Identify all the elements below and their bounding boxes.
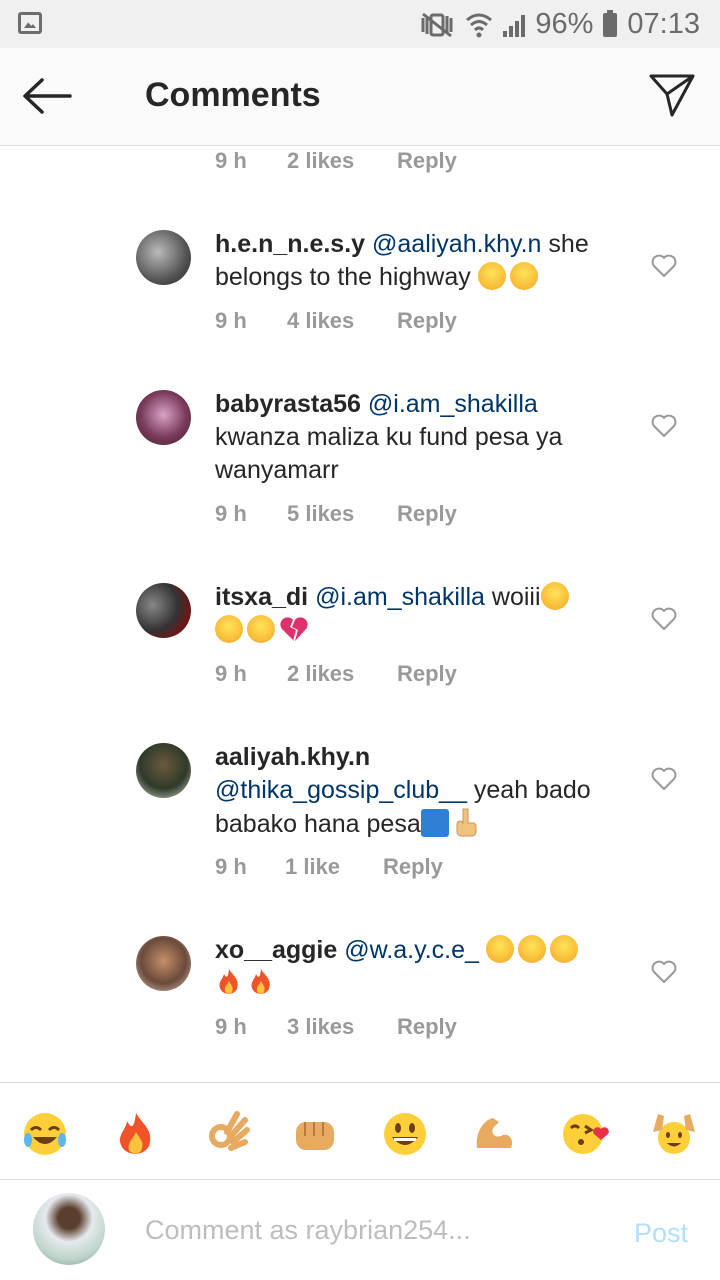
like-heart-icon[interactable] — [651, 414, 677, 438]
comment-text: babyrasta56 @i.am_shakilla kwanza maliza… — [215, 388, 625, 487]
send-direct-icon[interactable] — [648, 72, 696, 118]
comment-meta: 9 h 5 likes Reply — [215, 501, 457, 527]
comment-list[interactable]: 9 h 2 likes Reply h.e.n_n.e.s.y @aaliyah… — [0, 146, 720, 1082]
comment-username[interactable]: aaliyah.khy.n — [215, 743, 370, 771]
comment-body: woiii — [484, 583, 541, 611]
like-heart-icon[interactable] — [651, 607, 677, 631]
comment-text: h.e.n_n.e.s.y @aaliyah.khy.n she belongs… — [215, 228, 625, 294]
fire-emoji-icon — [219, 969, 238, 994]
comment-time: 9 h — [215, 1014, 247, 1039]
flexed-biceps-icon[interactable] — [471, 1110, 519, 1158]
my-avatar — [33, 1193, 105, 1265]
comment-likes[interactable]: 4 likes — [287, 308, 397, 334]
tears-of-joy-emoji-icon — [215, 615, 243, 643]
comment-username[interactable]: babyrasta56 — [215, 390, 361, 418]
comment-username[interactable]: itsxa_di — [215, 583, 308, 611]
battery-icon — [603, 9, 618, 37]
tears-of-joy-emoji-icon — [247, 615, 275, 643]
battery-percent: 96% — [535, 8, 594, 40]
comment-meta: 9 h 4 likes Reply — [215, 308, 457, 334]
like-heart-icon[interactable] — [651, 254, 677, 278]
reply-button[interactable]: Reply — [397, 1014, 457, 1040]
gallery-notification-icon — [18, 12, 42, 34]
mute-vibrate-icon — [421, 12, 453, 37]
ok-hand-icon[interactable] — [203, 1110, 251, 1158]
comment-mention[interactable]: @thika_gossip_club__ — [215, 776, 467, 804]
reply-button[interactable]: Reply — [397, 501, 457, 527]
comment-text: xo__aggie @w.a.y.c.e_ — [215, 934, 625, 1001]
comment-time: 9 h — [215, 854, 247, 879]
tears-of-joy-icon[interactable] — [21, 1110, 69, 1158]
comment-likes[interactable]: 1 like — [285, 854, 383, 880]
back-arrow-icon[interactable] — [22, 78, 72, 114]
comment-meta: 9 h 2 likes Reply — [215, 148, 457, 174]
page-title: Comments — [145, 76, 321, 114]
tears-of-joy-emoji-icon — [485, 935, 514, 963]
reply-button[interactable]: Reply — [383, 854, 443, 880]
comment-likes[interactable]: 5 likes — [287, 501, 397, 527]
fire-icon[interactable] — [112, 1110, 160, 1158]
kissing-heart-icon[interactable] — [561, 1110, 609, 1158]
comment-likes[interactable]: 2 likes — [287, 148, 397, 174]
comment-mention[interactable]: @i.am_shakilla — [368, 390, 538, 418]
wifi-icon — [466, 13, 493, 37]
grinning-face-icon[interactable] — [381, 1110, 429, 1158]
fire-emoji-icon — [251, 969, 270, 994]
reply-button[interactable]: Reply — [397, 308, 457, 334]
comment-text: itsxa_di @i.am_shakilla woiii — [215, 581, 625, 647]
tears-of-joy-emoji-icon — [509, 262, 538, 290]
comment-mention[interactable]: @i.am_shakilla — [315, 583, 485, 611]
signal-icon — [503, 13, 526, 37]
avatar[interactable] — [136, 230, 191, 285]
raising-hands-icon[interactable] — [650, 1110, 698, 1158]
comment-time: 9 h — [215, 661, 247, 686]
like-heart-icon[interactable] — [651, 960, 677, 984]
comment-meta: 9 h 3 likes Reply — [215, 1014, 457, 1040]
comment-composer: Post — [0, 1180, 720, 1280]
status-bar: 96% 07:13 — [0, 0, 720, 48]
tears-of-joy-emoji-icon — [517, 935, 546, 963]
post-button[interactable]: Post — [634, 1218, 688, 1249]
app-header: Comments — [0, 48, 720, 146]
comment-time: 9 h — [215, 148, 247, 173]
comment-username[interactable]: h.e.n_n.e.s.y — [215, 230, 365, 258]
avatar[interactable] — [136, 743, 191, 798]
restroom-emoji-icon — [420, 809, 449, 837]
tears-of-joy-emoji-icon — [477, 262, 506, 290]
broken-heart-emoji-icon — [280, 617, 308, 641]
reply-button[interactable]: Reply — [397, 148, 457, 174]
fist-icon[interactable] — [291, 1110, 339, 1158]
emoji-quick-bar — [0, 1082, 720, 1180]
avatar[interactable] — [136, 583, 191, 638]
comment-time: 9 h — [215, 308, 247, 333]
comment-text: aaliyah.khy.n @thika_gossip_club__ yeah b… — [215, 741, 625, 841]
like-heart-icon[interactable] — [651, 767, 677, 791]
comment-input[interactable] — [145, 1210, 605, 1250]
comment-meta: 9 h 1 like Reply — [215, 854, 443, 880]
comment-body — [479, 936, 486, 964]
reply-button[interactable]: Reply — [397, 661, 457, 687]
comment-likes[interactable]: 2 likes — [287, 661, 397, 687]
comment-likes[interactable]: 3 likes — [287, 1014, 397, 1040]
comment-mention[interactable]: @aaliyah.khy.n — [372, 230, 541, 258]
middle-finger-emoji-icon — [456, 808, 477, 837]
comment-meta: 9 h 2 likes Reply — [215, 661, 457, 687]
comment-mention[interactable]: @w.a.y.c.e_ — [344, 936, 479, 964]
avatar[interactable] — [136, 390, 191, 445]
comment-time: 9 h — [215, 501, 247, 526]
comment-body: kwanza maliza ku fund pesa ya wanyamarr — [215, 423, 563, 484]
clock: 07:13 — [627, 8, 700, 40]
status-icons: 96% 07:13 — [419, 8, 700, 41]
comment-username[interactable]: xo__aggie — [215, 936, 337, 964]
avatar[interactable] — [136, 936, 191, 991]
tears-of-joy-emoji-icon — [540, 582, 569, 610]
tears-of-joy-emoji-icon — [549, 935, 578, 963]
